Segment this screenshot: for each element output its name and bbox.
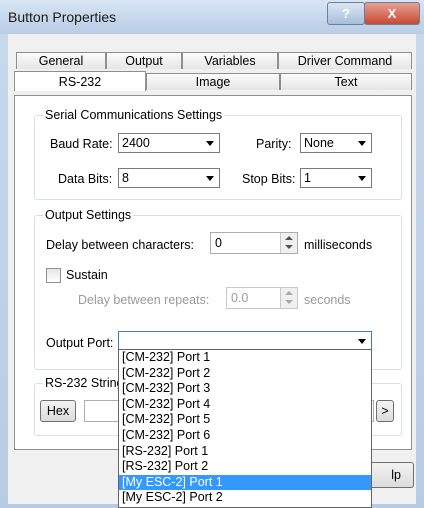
dialog-window: Button Properties ? X General Output Var… xyxy=(0,0,424,508)
sustain-checkbox[interactable] xyxy=(46,268,61,283)
delay-repeats-label: Delay between repeats: xyxy=(78,293,210,307)
delay-characters-label: Delay between characters: xyxy=(46,238,194,252)
spin-buttons[interactable] xyxy=(280,288,297,308)
dropdown-option[interactable]: [CM-232] Port 1 xyxy=(119,350,371,366)
spin-buttons[interactable] xyxy=(280,233,297,253)
dropdown-option[interactable]: [CM-232] Port 4 xyxy=(119,397,371,413)
title-bar[interactable]: Button Properties ? X xyxy=(0,0,424,34)
dropdown-option[interactable]: [My ESC-2] Port 1 xyxy=(119,474,371,491)
output-port-label: Output Port: xyxy=(46,336,114,350)
delay-characters-stepper[interactable]: 0 xyxy=(210,232,298,254)
dropdown-option[interactable]: [CM-232] Port 3 xyxy=(119,381,371,397)
close-button[interactable]: X xyxy=(364,2,420,25)
tab-image[interactable]: Image xyxy=(146,73,280,90)
tab-driver-command[interactable]: Driver Command xyxy=(278,52,412,69)
tab-variables[interactable]: Variables xyxy=(182,52,278,69)
chevron-down-icon xyxy=(206,141,214,146)
sustain-label: Sustain xyxy=(66,268,108,282)
tab-general[interactable]: General xyxy=(16,52,106,69)
tab-output[interactable]: Output xyxy=(106,52,182,69)
data-bits-label: Data Bits: xyxy=(58,172,113,186)
rs232-string-legend: RS-232 String xyxy=(45,376,124,390)
data-bits-select[interactable]: 8 xyxy=(118,168,220,188)
window-title: Button Properties xyxy=(8,9,117,25)
next-button[interactable]: > xyxy=(376,400,394,422)
stop-bits-label: Stop Bits: xyxy=(242,172,296,186)
baud-rate-select[interactable]: 2400 xyxy=(118,133,220,153)
parity-label: Parity: xyxy=(256,137,292,151)
close-icon: X xyxy=(387,6,397,21)
chevron-down-icon xyxy=(358,141,366,146)
help-button[interactable]: ? xyxy=(327,2,365,25)
delay-repeats-unit: seconds xyxy=(304,293,351,307)
chevron-up-icon xyxy=(285,291,293,295)
dropdown-option[interactable]: [RS-232] Port 1 xyxy=(119,444,371,460)
output-settings-legend: Output Settings xyxy=(45,208,132,222)
chevron-up-icon xyxy=(285,236,293,240)
tab-text[interactable]: Text xyxy=(280,73,412,90)
baud-rate-label: Baud Rate: xyxy=(50,137,113,151)
stop-bits-select[interactable]: 1 xyxy=(300,168,372,188)
delay-repeats-stepper[interactable]: 0.0 xyxy=(226,287,298,309)
chevron-down-icon xyxy=(206,176,214,181)
chevron-down-icon xyxy=(358,339,366,344)
dropdown-option[interactable]: [RS-232] Port 2 xyxy=(119,459,371,475)
parity-select[interactable]: None xyxy=(300,133,372,153)
help-icon: ? xyxy=(342,6,350,21)
delay-characters-unit: milliseconds xyxy=(304,238,373,252)
dropdown-option[interactable]: [My ESC-2] Port 2 xyxy=(119,490,371,506)
chevron-down-icon xyxy=(358,176,366,181)
output-port-select[interactable] xyxy=(118,331,372,351)
serial-settings-legend: Serial Communications Settings xyxy=(45,108,223,122)
dropdown-option[interactable]: [CM-232] Port 5 xyxy=(119,412,371,428)
output-port-dropdown-list[interactable]: [CM-232] Port 1 [CM-232] Port 2 [CM-232] P… xyxy=(118,349,372,508)
dropdown-option[interactable]: [CM-232] Port 6 xyxy=(119,428,371,444)
dropdown-option[interactable]: [CM-232] Port 2 xyxy=(119,366,371,382)
hex-button[interactable]: Hex xyxy=(40,400,76,422)
tab-rs-232[interactable]: RS-232 xyxy=(14,71,146,91)
chevron-down-icon xyxy=(285,300,293,304)
chevron-down-icon xyxy=(285,245,293,249)
